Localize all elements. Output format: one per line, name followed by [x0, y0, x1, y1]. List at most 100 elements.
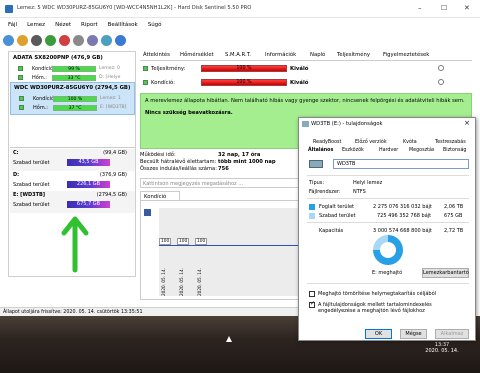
ok-icon [143, 80, 148, 85]
test-icon[interactable] [87, 35, 98, 46]
disk-name: ADATA SX8200PNP (476,9 GB) [13, 55, 103, 61]
menu-settings[interactable]: Beállítások [108, 22, 138, 28]
index-checkbox[interactable]: ✓ [309, 301, 315, 308]
tab-tools[interactable]: Eszközök [342, 148, 364, 153]
free-label: Szabad terület [13, 202, 50, 208]
partition-d[interactable]: D: (376,9 GB) Szabad terület 226,1 GB [10, 171, 135, 193]
menu-disk[interactable]: Lemez [27, 22, 45, 28]
graph-line [159, 245, 309, 246]
partition-name: C: [13, 150, 19, 156]
tab-alerts[interactable]: Figyelmeztetések [383, 52, 429, 58]
status-bar: 100 % [201, 79, 287, 86]
system-tray: 13:37 2020. 05. 14. [404, 342, 480, 362]
cancel-button[interactable]: Mégse [400, 329, 427, 339]
status-label: Teljesítmény: [151, 66, 186, 72]
tab-hardware[interactable]: Hardver [379, 148, 398, 153]
type-value: Helyi lemez [353, 180, 383, 186]
used-swatch [309, 204, 315, 210]
tab-quota[interactable]: Kvóta [403, 140, 417, 145]
details-button[interactable] [438, 65, 444, 71]
close-icon[interactable]: ✕ [464, 4, 470, 12]
tool-icon[interactable] [73, 35, 84, 46]
type-label: Típus: [309, 180, 325, 186]
window-title: Lemez: 5 WDC WD30PURZ-85GU6Y0 [WD-WCC4N5… [17, 5, 252, 11]
minimize-icon[interactable]: – [418, 4, 422, 12]
graph-plot: 100 100 100 2020. 05. 14. 2020. 05. 14. … [159, 208, 309, 296]
info-icon[interactable] [101, 35, 112, 46]
tab-customize[interactable]: Testreszabás [435, 140, 466, 145]
label-homerseklet: Hőm.: [33, 105, 48, 111]
tab-performance[interactable]: Teljesítmény [337, 52, 370, 58]
used-label: Foglalt terület [319, 204, 355, 210]
stat-startstop: Összes indulás/leállás száma: 756 [140, 166, 229, 172]
status-performance: Teljesítmény: 100 % Kiváló [140, 63, 472, 74]
report-icon[interactable] [45, 35, 56, 46]
status-health: Kondíció: 100 % Kiváló [140, 77, 472, 88]
ok-button[interactable]: OK [365, 329, 392, 339]
ok-icon [143, 66, 148, 71]
gear-icon[interactable] [31, 35, 42, 46]
free-label: Szabad terület [13, 160, 50, 166]
tab-temperature[interactable]: Hőmérséklet [180, 52, 214, 58]
clock-date[interactable]: 2020. 05. 14. [404, 348, 480, 354]
menu-help[interactable]: Súgó [148, 22, 162, 28]
divider [307, 175, 469, 176]
dialog-title: WD3TB (E:) - tulajdonságok [311, 121, 383, 127]
compress-checkbox[interactable] [309, 291, 315, 297]
used-size: 2,06 TB [444, 204, 464, 210]
refresh-icon[interactable] [3, 35, 14, 46]
maximize-icon[interactable]: ☐ [441, 4, 447, 12]
partition-size: (2794,5 GB) [96, 192, 127, 198]
menu-report[interactable]: Riport [81, 22, 98, 28]
drive-name-input[interactable]: WD3TB [333, 159, 469, 169]
health-message: A merevlemez állapota hibátlan. Nem talá… [145, 98, 465, 104]
tab-overview[interactable]: Áttekintés [143, 52, 170, 58]
stat-lifetime: Becsült hátralévő élettartam: több mint … [140, 159, 276, 165]
capacity-label: Kapacitás [319, 228, 344, 234]
disk-ref: Lemez: 1 [100, 96, 121, 101]
alert-icon[interactable] [59, 35, 70, 46]
stat-value: 756 [218, 166, 229, 172]
drive-icon [302, 121, 309, 127]
partition-size: (99,4 GB) [103, 150, 127, 156]
arrow-up-icon [61, 216, 89, 273]
menu-view[interactable]: Nézet [55, 22, 71, 28]
tab-general[interactable]: Általános [308, 148, 333, 153]
comment-field[interactable]: Kattintson megjegyzés megadásához ... [140, 178, 310, 188]
tab-info[interactable]: Információk [265, 52, 296, 58]
disk-item-wdc[interactable]: WDC WD30PURZ-85GU6Y0 (2794,5 GB) Kondíci… [10, 82, 135, 115]
tab-bar: Áttekintés Hőmérséklet S.M.A.R.T. Inform… [140, 50, 472, 61]
free-label: Szabad terület [13, 182, 50, 188]
tab-readyboost[interactable]: ReadyBoost [313, 140, 341, 145]
capacity-donut-chart [373, 235, 403, 265]
partition-c[interactable]: C: (99,4 GB) Szabad terület 43,5 GB [10, 149, 135, 171]
apply-button[interactable]: Alkalmaz [435, 329, 469, 339]
tab-log[interactable]: Napló [310, 52, 325, 58]
drive-letter-label: E: meghajtó [372, 270, 403, 276]
help-icon[interactable] [115, 35, 126, 46]
disk-ref: D: [Helye [99, 75, 121, 80]
status-value: Kiváló [290, 80, 309, 86]
disk-cleanup-button[interactable]: Lemezkarbantartó [422, 268, 469, 278]
free-bar: 675,7 GB [67, 201, 110, 208]
details-button[interactable] [438, 79, 444, 85]
health-graph: 100 100 100 2020. 05. 14. 2020. 05. 14. … [140, 200, 309, 300]
graph-date: 2020. 05. 14. [161, 268, 166, 296]
dialog-close-button[interactable]: × [464, 119, 470, 127]
partition-e[interactable]: E: [WD3TB] (2794,5 GB) Szabad terület 67… [10, 191, 135, 213]
graph-date: 2020. 05. 14. [197, 268, 202, 296]
stat-value: több mint 1000 nap [218, 159, 276, 165]
disk-name: WDC WD30PURZ-85GU6Y0 (2794,5 GB) [14, 85, 131, 91]
tab-sharing[interactable]: Megosztás [409, 148, 434, 153]
tab-security[interactable]: Biztonság [443, 148, 466, 153]
menu-file[interactable]: Fájl [8, 22, 17, 28]
free-label: Szabad terület [319, 213, 356, 219]
used-bytes: 2 275 076 316 032 bájt [373, 204, 432, 210]
stat-label: Összes indulás/leállás száma: [140, 166, 217, 172]
graph-date: 2020. 05. 14. [179, 268, 184, 296]
save-icon[interactable] [144, 209, 151, 216]
tab-smart[interactable]: S.M.A.R.T. [225, 52, 251, 58]
tab-previous-versions[interactable]: Előző verziók [355, 140, 387, 145]
disk-icon[interactable] [17, 35, 28, 46]
health-action: Nincs szükség beavatkozásra. [145, 110, 233, 116]
